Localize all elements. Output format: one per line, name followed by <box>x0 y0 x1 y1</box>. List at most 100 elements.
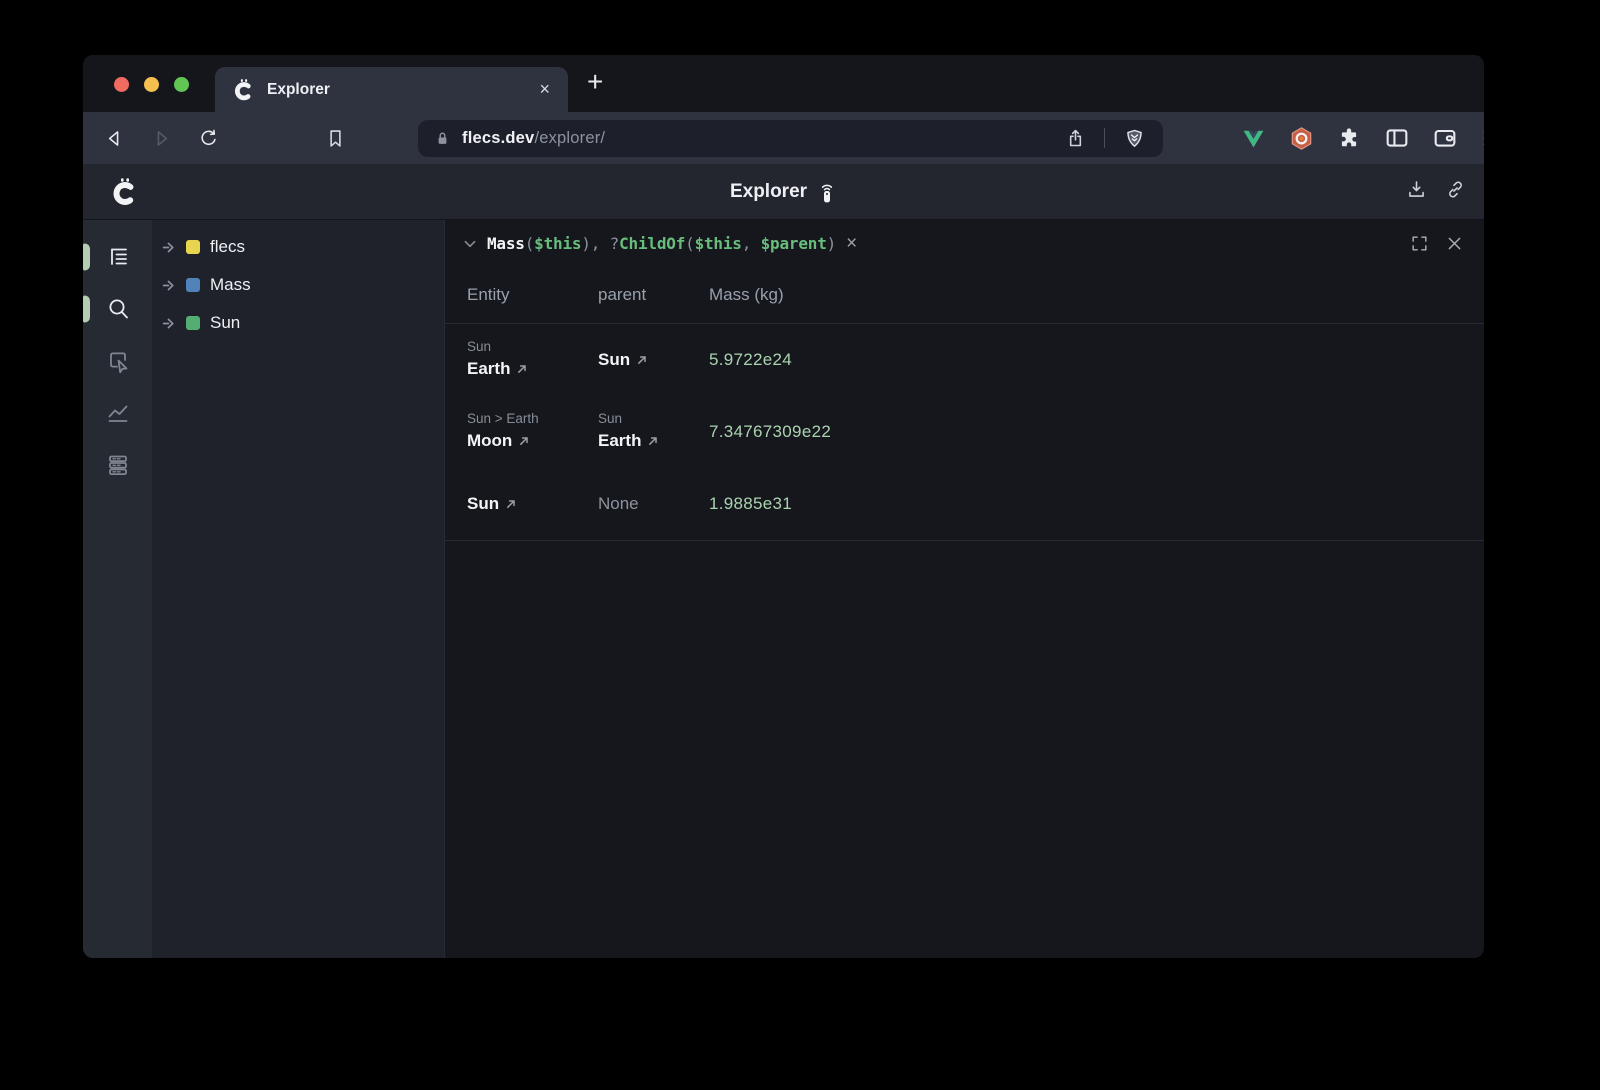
column-header-mass: Mass (kg) <box>709 285 1484 305</box>
brave-shield-icon[interactable] <box>1117 121 1151 155</box>
expand-arrow-icon[interactable] <box>162 239 178 255</box>
query-expression[interactable]: Mass($this), ?ChildOf($this, $parent) <box>487 234 836 253</box>
open-link-icon <box>636 354 648 366</box>
traffic-lights <box>114 77 189 92</box>
browser-tab[interactable]: Explorer × <box>215 67 568 112</box>
forward-button[interactable] <box>144 121 178 155</box>
lock-icon <box>434 130 451 147</box>
query-token: Mass <box>487 234 525 253</box>
entity-link[interactable]: Earth <box>467 356 598 382</box>
entity-color-square <box>186 240 200 254</box>
menu-icon[interactable] <box>1479 124 1484 152</box>
query-token: ? <box>610 234 619 253</box>
open-link-icon <box>647 435 659 447</box>
tree-item-label: Sun <box>210 313 240 333</box>
sidebar-toggle-icon[interactable] <box>1383 124 1411 152</box>
query-token: ), <box>581 234 609 253</box>
share-icon[interactable] <box>1058 121 1092 155</box>
tree-item-flecs[interactable]: flecs <box>162 228 444 266</box>
entity-color-square <box>186 316 200 330</box>
parent-path: Sun <box>598 409 709 428</box>
remote-connection-icon <box>817 181 837 203</box>
copy-link-button[interactable] <box>1445 179 1466 205</box>
sidebar-item-search[interactable] <box>83 283 152 335</box>
query-token: $this <box>695 234 742 253</box>
flecs-favicon-icon <box>233 79 255 101</box>
clear-query-icon[interactable]: × <box>846 233 857 255</box>
query-token: ) <box>827 234 836 253</box>
page-title: Explorer <box>730 181 807 203</box>
explorer-content: flecsMassSun Mass($this), ?ChildOf($this… <box>83 220 1484 958</box>
sidebar-item-inspector[interactable] <box>83 335 152 387</box>
tree-item-label: Mass <box>210 275 251 295</box>
column-header-entity: Entity <box>467 285 598 305</box>
page-title-wrap: Explorer <box>83 181 1484 203</box>
tab-bar: Explorer × + <box>83 55 1484 112</box>
query-token: ( <box>525 234 534 253</box>
close-tab-icon[interactable]: × <box>535 79 554 100</box>
tab-title: Explorer <box>267 81 535 99</box>
entity-link[interactable]: Sun <box>467 491 598 517</box>
query-token: $this <box>534 234 581 253</box>
parent-link[interactable]: Earth <box>598 428 709 454</box>
query-header: Mass($this), ?ChildOf($this, $parent) × <box>445 220 1484 267</box>
table-header-row: Entity parent Mass (kg) <box>445 267 1484 324</box>
url-path: /explorer/ <box>534 129 605 147</box>
query-token: , <box>742 234 761 253</box>
hexagon-extension-icon[interactable] <box>1287 124 1315 152</box>
parent-link[interactable]: Sun <box>598 347 709 373</box>
column-header-parent: parent <box>598 285 709 305</box>
sidebar-item-journal[interactable] <box>83 439 152 491</box>
query-token: ChildOf <box>619 234 685 253</box>
sidebar-item-tree[interactable] <box>83 231 152 283</box>
parent-value: None <box>598 491 709 517</box>
mass-value: 5.9722e24 <box>709 350 1484 370</box>
flecs-logo-icon <box>111 178 139 206</box>
sidebar-item-stats[interactable] <box>83 387 152 439</box>
table-row: SunEarthSun5.9722e24 <box>445 324 1484 395</box>
table-row: SunNone1.9885e31 <box>445 468 1484 541</box>
open-link-icon <box>516 363 528 375</box>
browser-toolbar: flecs.dev/explorer/ <box>83 112 1484 164</box>
minimize-window-button[interactable] <box>144 77 159 92</box>
url-divider <box>1104 128 1105 148</box>
browser-window: Explorer × + flecs.d <box>83 55 1484 958</box>
entity-color-square <box>186 278 200 292</box>
download-button[interactable] <box>1406 179 1427 205</box>
open-link-icon <box>518 435 530 447</box>
entity-tree: flecs Mass Sun <box>152 220 444 958</box>
wallet-icon[interactable] <box>1431 124 1459 152</box>
fullscreen-icon[interactable] <box>1410 234 1429 253</box>
query-token: $parent <box>761 234 827 253</box>
url-text: flecs.dev/explorer/ <box>462 129 1058 148</box>
entity-path: Sun > Earth <box>467 409 598 428</box>
bookmark-icon[interactable] <box>318 121 352 155</box>
open-link-icon <box>505 498 517 510</box>
zoom-window-button[interactable] <box>174 77 189 92</box>
query-token: ( <box>685 234 694 253</box>
back-button[interactable] <box>97 121 131 155</box>
mass-value: 7.34767309e22 <box>709 422 1484 442</box>
extensions-puzzle-icon[interactable] <box>1335 124 1363 152</box>
extensions-cluster <box>1239 124 1484 152</box>
table-row: Sun > EarthMoonSunEarth7.34767309e22 <box>445 395 1484 468</box>
collapse-chevron-icon[interactable] <box>459 233 481 255</box>
expand-arrow-icon[interactable] <box>162 277 178 293</box>
new-tab-button[interactable]: + <box>587 66 603 98</box>
active-indicator <box>83 244 90 271</box>
mass-value: 1.9885e31 <box>709 494 1484 514</box>
entity-path: Sun <box>467 337 598 356</box>
icon-rail <box>83 220 152 958</box>
entity-link[interactable]: Moon <box>467 428 598 454</box>
url-bar[interactable]: flecs.dev/explorer/ <box>418 120 1163 157</box>
table-body: SunEarthSun5.9722e24Sun > EarthMoonSunEa… <box>445 324 1484 541</box>
expand-arrow-icon[interactable] <box>162 315 178 331</box>
url-domain: flecs.dev <box>462 129 534 147</box>
tree-item-Mass[interactable]: Mass <box>162 266 444 304</box>
vue-devtools-icon[interactable] <box>1239 124 1267 152</box>
reload-button[interactable] <box>191 121 225 155</box>
tree-item-Sun[interactable]: Sun <box>162 304 444 342</box>
close-window-button[interactable] <box>114 77 129 92</box>
close-panel-icon[interactable] <box>1445 234 1464 253</box>
tree-item-label: flecs <box>210 237 245 257</box>
